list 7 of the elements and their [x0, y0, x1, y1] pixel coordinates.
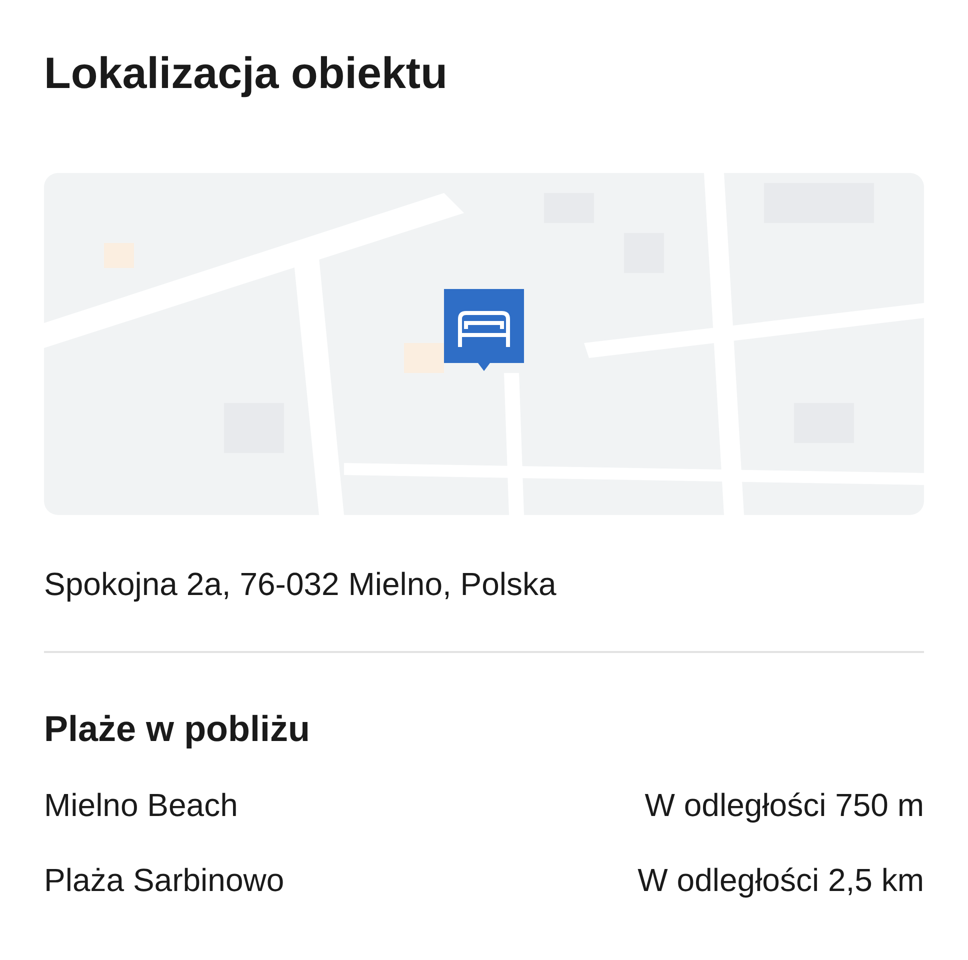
address-text: Spokojna 2a, 76-032 Mielno, Polska — [44, 564, 558, 604]
section-heading: Plaże w pobliżu — [44, 707, 312, 750]
beach-name: Plaża Sarbinowo — [44, 860, 284, 900]
beach-name: Mielno Beach — [44, 786, 238, 825]
beach-distance: W odległości 2,5 km — [638, 860, 924, 900]
section-title: Lokalizacja obiektu — [44, 48, 448, 100]
beach-distance: W odległości 750 m — [644, 786, 924, 825]
